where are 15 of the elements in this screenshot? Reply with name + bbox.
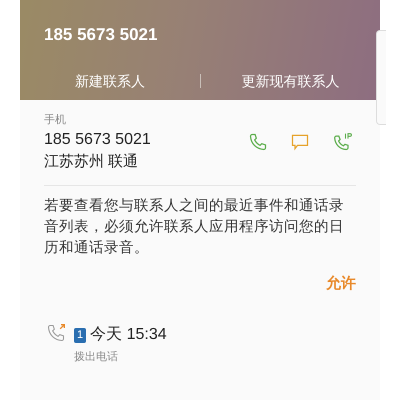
phone-location: 江苏苏州 联通 <box>44 152 140 172</box>
phone-type: 手机 <box>44 113 67 128</box>
header-action[interactable]: 更新现有联系人 <box>201 66 380 96</box>
message-icon[interactable] <box>290 132 310 152</box>
header-title: 185 5673 5021 <box>44 24 158 46</box>
phone-icon[interactable] <box>248 132 268 152</box>
header-action[interactable]: 新建联系人 <box>20 66 200 96</box>
allow-button[interactable]: 允许 <box>326 272 356 295</box>
call-time: 今天 15:34 <box>90 325 167 345</box>
sim-badge: 1 <box>74 328 86 342</box>
call-type: 拨出电话 <box>74 350 119 365</box>
ip-call-icon[interactable] <box>332 132 354 152</box>
permission-message: 若要查看您与联系人之间的最近事件和通话录音列表，必须允许联系人应用程序访问您的日历和通话录音。 <box>44 196 345 258</box>
phone-number: 185 5673 5021 <box>44 130 152 150</box>
outgoing-call-icon <box>46 323 66 343</box>
